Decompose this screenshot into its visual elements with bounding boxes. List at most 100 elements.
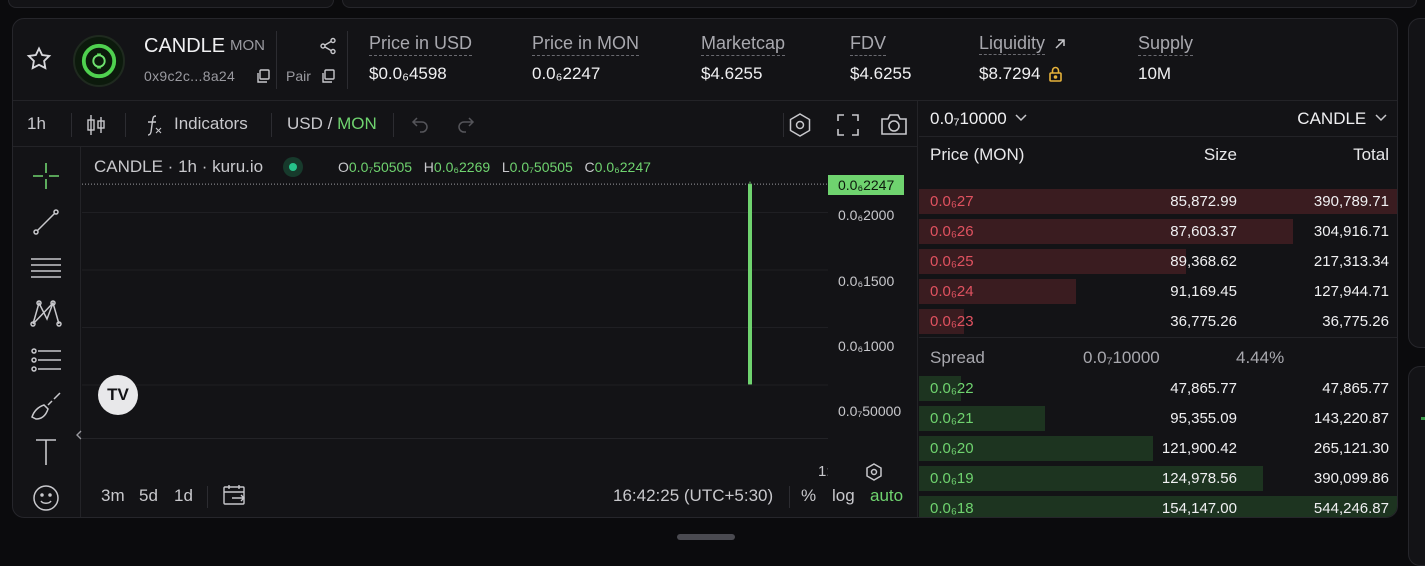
right-panel-fragment-2: [1408, 366, 1425, 566]
calendar-range-icon[interactable]: [222, 483, 248, 507]
stat-price-usd: Price in USD $0.0₆4598: [369, 33, 473, 84]
current-price-label: 0.0₆2247: [828, 175, 904, 195]
percent-toggle[interactable]: %: [801, 486, 816, 506]
ask-row[interactable]: 0.0₆27 85,872.99 390,789.71: [919, 189, 1397, 214]
fib-icon: [31, 258, 61, 278]
stat-label[interactable]: Marketcap: [701, 33, 786, 56]
time-display[interactable]: 16:42:25 (UTC+5:30): [613, 486, 773, 506]
currency-toggle[interactable]: USD / MON: [287, 114, 377, 134]
candle-logo: [73, 35, 125, 87]
col-total: Total: [1353, 145, 1389, 164]
price-axis[interactable]: 0.0₆2247 0.0₆2000 0.0₆1500 0.0₆1000 0.0₇…: [828, 147, 918, 439]
header-divider: [276, 31, 277, 89]
tick-size-select[interactable]: 0.0₇10000: [930, 109, 1028, 129]
order-book: 0.0₇10000 CANDLE Price (MON) Size Total …: [919, 101, 1397, 517]
stat-label[interactable]: Liquidity: [979, 33, 1046, 55]
ask-row[interactable]: 0.0₆25 89,368.62 217,313.34: [919, 249, 1397, 274]
tradingview-logo[interactable]: TV: [98, 375, 138, 415]
top-panel-fragment-2: [342, 0, 1417, 8]
range-5d[interactable]: 5d: [139, 486, 158, 506]
chart-svg: [82, 181, 828, 386]
drawing-toolbar: [13, 147, 81, 517]
currency-mon[interactable]: MON: [337, 114, 377, 133]
range-1d[interactable]: 1d: [174, 486, 193, 506]
text-icon: [36, 439, 56, 465]
candle-type-icon[interactable]: [85, 113, 107, 137]
bid-row[interactable]: 0.0₆19 124,978.56 390,099.86: [919, 466, 1397, 491]
col-price: Price (MON): [930, 145, 1025, 164]
ask-row[interactable]: 0.0₆23 36,775.26 36,775.26: [919, 309, 1397, 334]
copy-pair-icon[interactable]: [320, 68, 336, 84]
legend-title: CANDLE · 1h · kuru.io: [94, 157, 264, 176]
currency-usd[interactable]: USD: [287, 114, 323, 133]
y-tick-label: 0.0₆2000: [838, 207, 895, 223]
prediction-icon: [31, 348, 61, 372]
log-toggle[interactable]: log: [832, 486, 855, 506]
pattern-tool[interactable]: [29, 297, 63, 331]
ask-row[interactable]: 0.0₆26 87,603.37 304,916.71: [919, 219, 1397, 244]
stat-value: 0.0₆2247: [532, 64, 601, 83]
chevron-down-icon: [1375, 114, 1387, 122]
bid-row[interactable]: 0.0₆21 95,355.09 143,220.87: [919, 406, 1397, 431]
indicators-button[interactable]: Indicators: [174, 114, 248, 134]
share-icon[interactable]: [319, 37, 337, 55]
stat-fdv: FDV $4.6255: [850, 33, 911, 84]
chart-panel: 1h Indicators USD / MON CANDLE · 1h · ku…: [13, 101, 918, 517]
stat-price-mon: Price in MON 0.0₆2247: [532, 33, 640, 84]
col-size: Size: [1203, 145, 1237, 164]
axis-settings-icon[interactable]: [864, 462, 884, 482]
range-3m[interactable]: 3m: [101, 486, 125, 506]
camera-icon[interactable]: [880, 112, 908, 136]
spread-label: Spread: [930, 348, 985, 367]
chart-bottom-bar: 3m 5d 1d 16:42:25 (UTC+5:30) % log auto: [82, 483, 918, 517]
stat-value: 10M: [1138, 64, 1172, 83]
star-icon[interactable]: [25, 45, 53, 73]
lock-icon: [1049, 66, 1063, 82]
order-book-header: Price (MON) Size Total: [919, 143, 1397, 171]
copy-icon[interactable]: [255, 68, 271, 84]
chart-plot-area[interactable]: CANDLE · 1h · kuru.io O0.0₇50505 H0.0₆22…: [82, 147, 828, 439]
bid-row[interactable]: 0.0₆18 154,147.00 544,246.87: [919, 496, 1397, 517]
undo-icon[interactable]: [410, 115, 430, 133]
stat-label[interactable]: FDV: [850, 33, 886, 56]
resize-handle[interactable]: [677, 534, 735, 540]
stat-label[interactable]: Supply: [1138, 33, 1194, 56]
chevron-down-icon: [1015, 114, 1028, 122]
y-tick-label: 0.0₇50000: [838, 403, 902, 419]
prediction-tool[interactable]: [29, 343, 63, 377]
fullscreen-icon[interactable]: [836, 113, 860, 137]
auto-toggle[interactable]: auto: [870, 486, 903, 506]
fib-tool[interactable]: [29, 251, 63, 285]
ask-row[interactable]: 0.0₆24 91,169.45 127,944.71: [919, 279, 1397, 304]
token-quote: MON: [230, 37, 265, 54]
interval-button[interactable]: 1h: [27, 114, 46, 134]
arrow-up-right-icon[interactable]: [1053, 37, 1067, 51]
candle-body[interactable]: [748, 184, 752, 385]
stat-value: $4.6255: [850, 64, 912, 83]
brush-icon: [31, 392, 61, 420]
bid-row[interactable]: 0.0₆20 121,900.42 265,121.30: [919, 436, 1397, 461]
crosshair-tool[interactable]: [29, 159, 63, 193]
settings-hex-icon[interactable]: [787, 112, 813, 138]
trend-line-tool[interactable]: [29, 205, 63, 239]
brush-tool[interactable]: [29, 389, 63, 423]
token-header: CANDLE MON 0x9c2c...8a24 Pair Price in U…: [13, 19, 1397, 101]
redo-icon[interactable]: [456, 115, 476, 133]
function-icon[interactable]: [144, 114, 164, 136]
pattern-icon: [30, 300, 62, 327]
stat-value: $4.6255: [701, 64, 763, 83]
emoji-tool[interactable]: [29, 481, 63, 515]
token-name: CANDLE: [144, 35, 226, 57]
stat-label[interactable]: Price in MON: [532, 33, 640, 56]
x-tick-label: 1:: [818, 463, 828, 480]
stat-value: $0.0₆4598: [369, 64, 447, 83]
symbol-select[interactable]: CANDLE: [1297, 109, 1387, 129]
bid-row[interactable]: 0.0₆22 47,865.77 47,865.77: [919, 376, 1397, 401]
stat-label[interactable]: Price in USD: [369, 33, 473, 56]
crosshair-icon: [33, 163, 59, 189]
y-tick-label: 0.0₆1000: [838, 338, 895, 354]
text-tool[interactable]: [29, 435, 63, 469]
ohlc-readout: O0.0₇50505 H0.0₆2269 L0.0₇50505 C0.0₆224…: [338, 159, 651, 175]
spread-percent: 4.44%: [1236, 348, 1285, 367]
pair-label: Pair: [286, 68, 311, 84]
